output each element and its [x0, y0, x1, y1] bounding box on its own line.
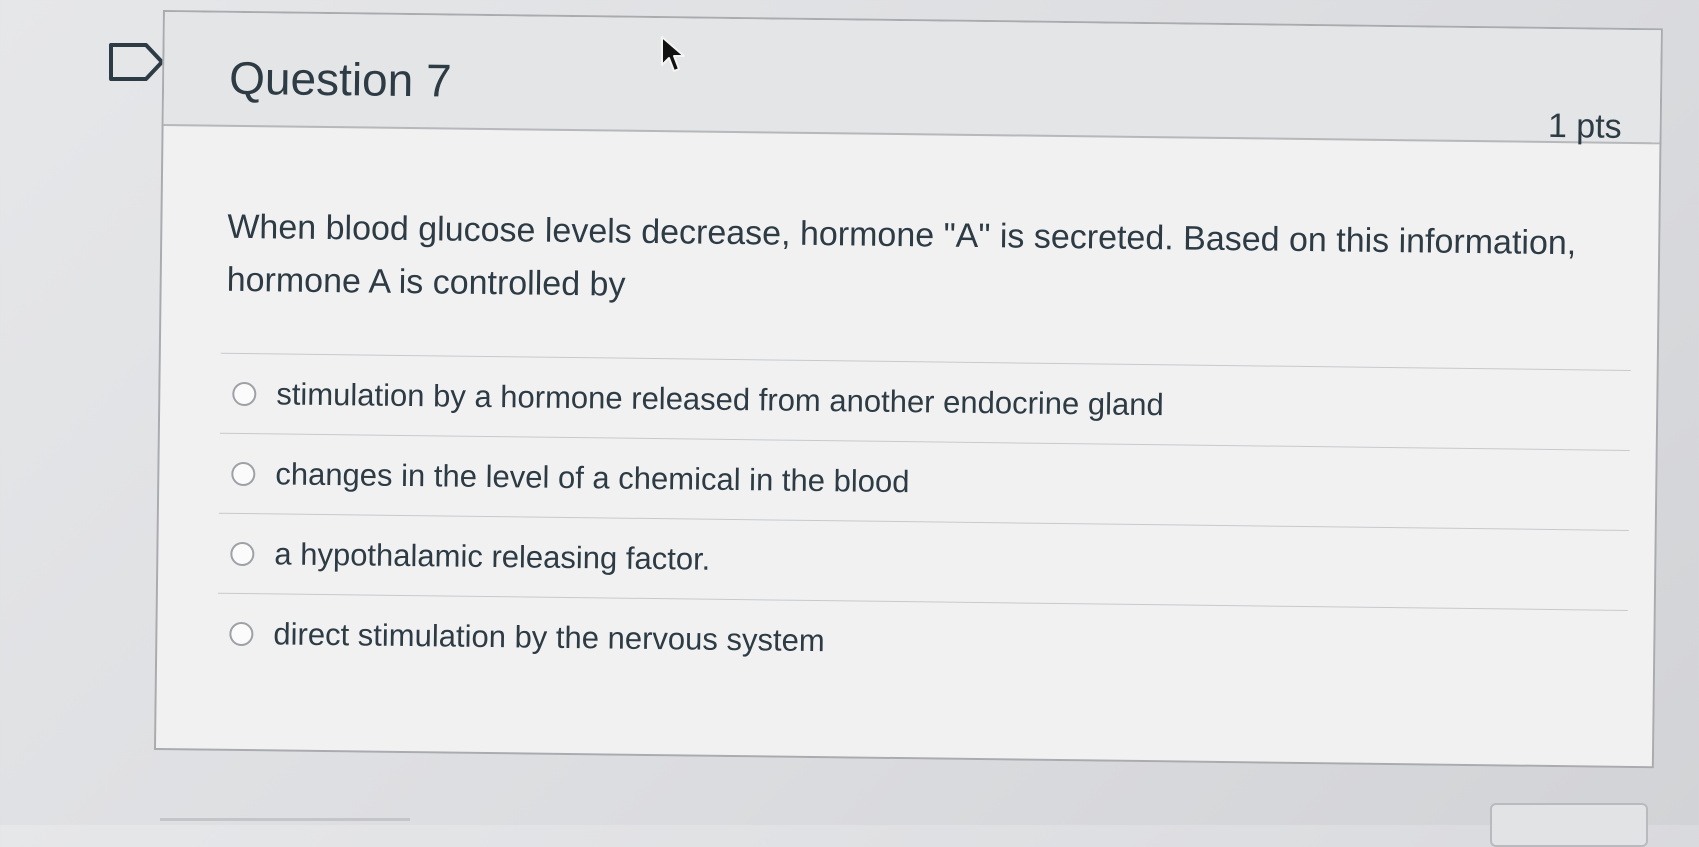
navigation-button[interactable]	[1490, 803, 1648, 847]
question-header: Question 7	[163, 12, 1661, 145]
answer-label[interactable]: stimulation by a hormone released from a…	[276, 376, 1164, 423]
radio-button-icon[interactable]	[232, 381, 257, 406]
answer-label[interactable]: changes in the level of a chemical in th…	[275, 456, 910, 500]
question-points: 1 pts	[1547, 106, 1622, 146]
answer-label[interactable]: direct stimulation by the nervous system	[273, 616, 825, 659]
radio-button-icon[interactable]	[229, 621, 254, 647]
flag-question-icon[interactable]	[108, 42, 166, 82]
answer-label[interactable]: a hypothalamic releasing factor.	[274, 536, 710, 577]
question-title: Question 7	[228, 51, 452, 107]
answer-option-4[interactable]: direct stimulation by the nervous system	[217, 594, 1628, 691]
mouse-pointer-icon	[661, 36, 685, 72]
radio-button-icon[interactable]	[231, 461, 256, 486]
answer-list: stimulation by a hormone released from a…	[216, 352, 1631, 691]
question-card: Question 7 1 pts When blood glucose leve…	[153, 10, 1663, 769]
radio-button-icon[interactable]	[230, 541, 255, 566]
partial-button-edge	[160, 818, 410, 821]
question-text: When blood glucose levels decrease, horm…	[226, 207, 1577, 304]
